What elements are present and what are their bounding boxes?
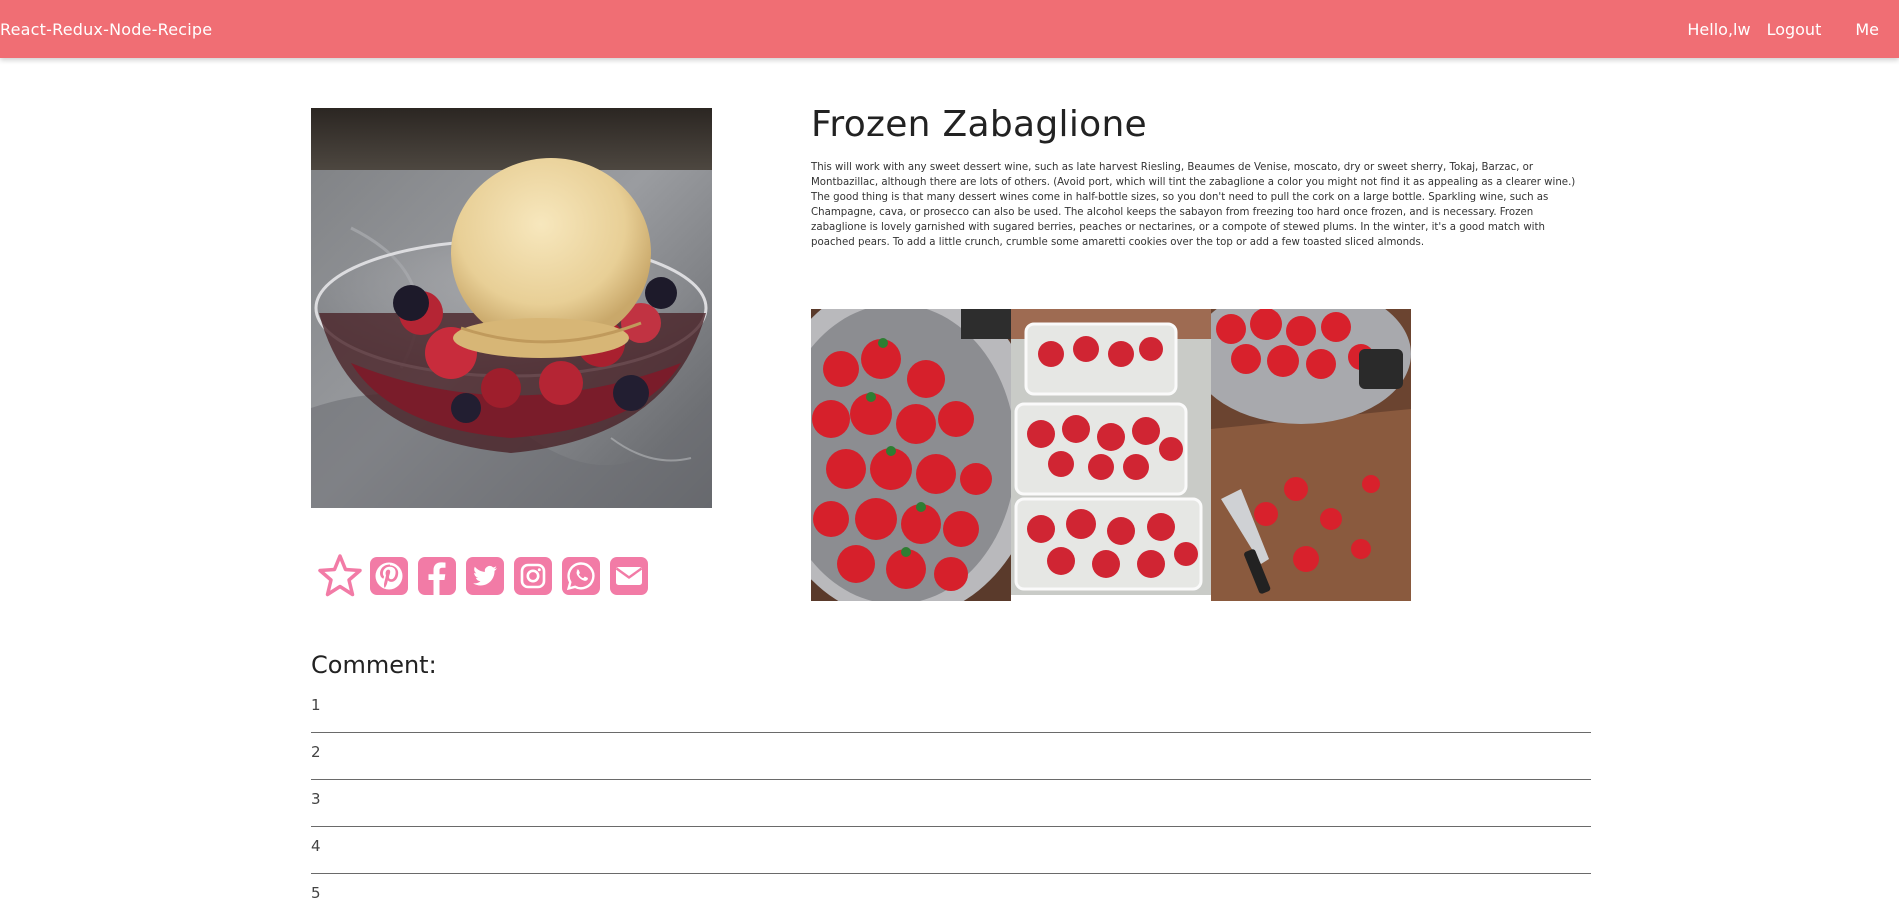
envelope-icon[interactable] <box>609 556 649 596</box>
comment-item: 1 <box>311 686 1591 733</box>
comment-item: 3 <box>311 780 1591 827</box>
social-share-bar <box>316 552 649 600</box>
nav-right: Hello,lw Logout Me <box>1687 20 1899 39</box>
comment-item: 2 <box>311 733 1591 780</box>
recipe-description: This will work with any sweet dessert wi… <box>811 162 1576 248</box>
greeting-link[interactable]: Hello,lw <box>1687 20 1750 39</box>
facebook-icon[interactable] <box>417 556 457 596</box>
strawberries-board-image <box>1211 309 1411 601</box>
recipe-hero-image <box>311 108 712 508</box>
comment-heading: Comment: <box>311 651 437 679</box>
recipe-title: Frozen Zabaglione <box>811 104 1148 145</box>
strawberry-punnets-image <box>1011 309 1211 595</box>
zabaglione-dessert-image <box>311 108 712 508</box>
strawberries-colander-image <box>811 309 1011 601</box>
comment-item: 5 <box>311 884 321 902</box>
instagram-icon[interactable] <box>513 556 553 596</box>
me-link[interactable]: Me <box>1855 20 1879 39</box>
gallery-image-strawberries-board <box>1211 309 1411 601</box>
whatsapp-icon[interactable] <box>561 556 601 596</box>
star-icon[interactable] <box>316 552 364 600</box>
gallery-image-strawberry-punnets <box>1011 309 1211 595</box>
comment-list: 1 2 3 4 5 <box>311 686 1591 921</box>
pinterest-icon[interactable] <box>369 556 409 596</box>
gallery-image-strawberries-colander <box>811 309 1011 601</box>
brand-link[interactable]: React-Redux-Node-Recipe <box>0 20 212 39</box>
twitter-icon[interactable] <box>465 556 505 596</box>
comment-item: 4 <box>311 827 1591 874</box>
navbar: React-Redux-Node-Recipe Hello,lw Logout … <box>0 0 1899 58</box>
logout-link[interactable]: Logout <box>1767 20 1822 39</box>
